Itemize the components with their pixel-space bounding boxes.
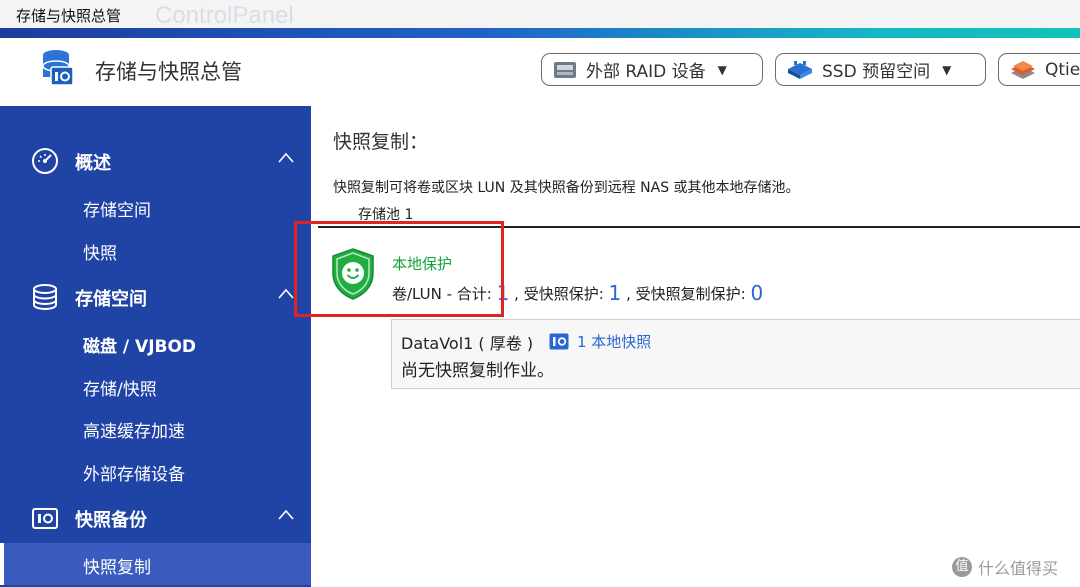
qtier-icon (1011, 60, 1035, 79)
external-raid-label: 外部 RAID 设备 (586, 62, 706, 82)
section-description: 快照复制可将卷或区块 LUN 及其快照备份到远程 NAS 或其他本地存储池。 (333, 180, 800, 196)
sidebar-item-snapshots[interactable]: 快照 (0, 229, 311, 269)
database-icon (33, 284, 57, 310)
app-header: 存储与快照总管 外部 RAID 设备 ▼ SSD 预留空间 ▼ Qtie (0, 38, 1080, 107)
section-title: 快照复制： (333, 131, 429, 153)
ssd-icon (788, 60, 812, 79)
sidebar-item-disks-vjbod[interactable]: 磁盘 / VJBOD (0, 322, 311, 362)
sidebar-group-snapshot-backup[interactable]: 快照备份 (0, 497, 311, 537)
raid-icon (554, 61, 576, 78)
chevron-up-icon[interactable] (276, 284, 296, 304)
ssd-reserve-label: SSD 预留空间 (822, 62, 931, 82)
volume-name: DataVol1 ( 厚卷 ) (401, 334, 534, 353)
chevron-up-icon[interactable] (276, 148, 296, 168)
chevron-down-icon: ▼ (942, 62, 952, 77)
watermark: 值 什么值得买 (952, 555, 1058, 579)
sidebar-group-storage[interactable]: 存储空间 (0, 276, 311, 316)
replication-status: 尚无快照复制作业。 (401, 361, 554, 381)
sidebar-group-label: 存储空间 (75, 289, 147, 310)
watermark-text: 什么值得买 (978, 559, 1059, 578)
sidebar-group-label: 概述 (75, 153, 111, 174)
sidebar-item-storage-space[interactable]: 存储空间 (0, 186, 311, 226)
qtier-button[interactable]: Qtie (998, 53, 1080, 86)
sidebar-item-storage-snapshots[interactable]: 存储/快照 (0, 365, 311, 405)
snapshot-icon (549, 333, 569, 350)
replica-protected-count: 0 (750, 281, 764, 305)
watermark-badge: 值 (952, 557, 972, 577)
sidebar-item-cache-acceleration[interactable]: 高速缓存加速 (0, 407, 311, 447)
sidebar-item-snapshot-replica[interactable]: 快照复制 (0, 543, 311, 585)
external-raid-button[interactable]: 外部 RAID 设备 ▼ (541, 53, 763, 86)
sidebar-group-label: 快照备份 (75, 510, 147, 531)
storage-app-icon (42, 50, 74, 86)
window-titlebar: 存储与快照总管 ControlPanel (0, 0, 1080, 29)
ssd-reserve-button[interactable]: SSD 预留空间 ▼ (775, 53, 986, 86)
local-snapshot-link[interactable]: 1 本地快照 (577, 331, 651, 352)
window-ghost-title: ControlPanel (155, 2, 294, 29)
sidebar: 概述 存储空间 快照 存储空间 磁盘 / VJBOD 存储/快照 高速缓存加速 … (0, 106, 311, 587)
app-title: 存储与快照总管 (95, 60, 242, 84)
sidebar-item-external-storage[interactable]: 外部存储设备 (0, 450, 311, 490)
snapshot-protected-count: 1 (608, 281, 622, 305)
qtier-label: Qtie (1045, 59, 1080, 80)
chevron-down-icon: ▼ (717, 62, 727, 77)
dashboard-icon (32, 148, 58, 174)
camera-icon (32, 508, 58, 529)
chevron-up-icon[interactable] (276, 505, 296, 525)
accent-bar (0, 28, 1080, 38)
sidebar-group-overview[interactable]: 概述 (0, 140, 311, 180)
highlight-annotation-box (294, 221, 504, 317)
volume-card: DataVol1 ( 厚卷 ) 1 本地快照 尚无快照复制作业。 (391, 319, 1080, 389)
window-title: 存储与快照总管 (16, 7, 122, 25)
